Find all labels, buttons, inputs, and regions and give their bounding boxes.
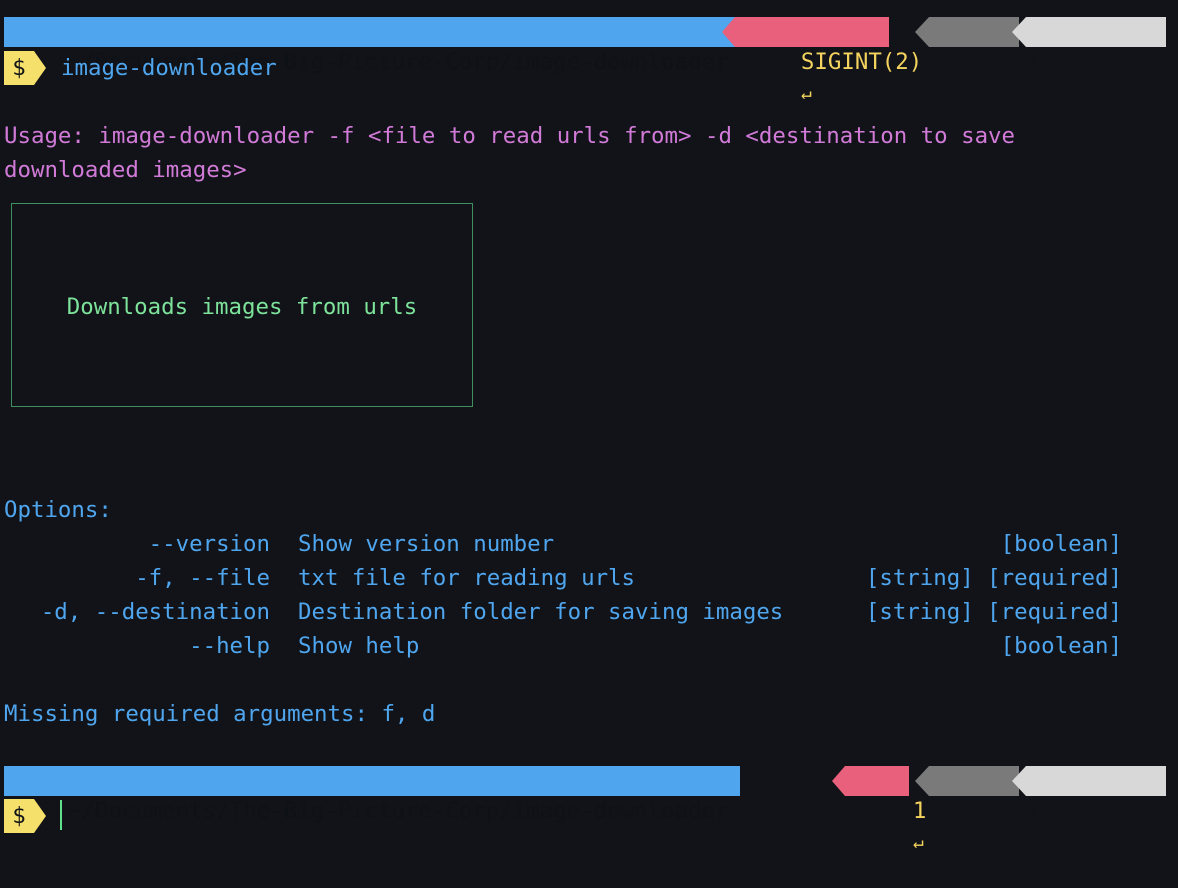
prompt-sign-arrow [34, 799, 46, 833]
prompt-dollar-sign: $ [4, 51, 34, 85]
path-segment: ~/Documents/The-Big-Picture-Corp/image-d… [4, 17, 741, 75]
time-text: 01:02:42 [1093, 49, 1178, 75]
time-segment: 01:02:42 [1026, 17, 1178, 75]
history-segment: 7918 [929, 766, 1053, 824]
option-type: [boolean] [1000, 633, 1122, 659]
time-segment-arrow [1012, 17, 1026, 47]
terminal-input-cursor[interactable] [60, 800, 62, 830]
options-heading: Options: [4, 497, 112, 523]
return-icon: ↵ [800, 83, 812, 104]
option-description: Show help [298, 633, 420, 659]
prompt-bar-2: ~/Documents/The-Big-Picture-Corp/image-d… [4, 766, 1178, 853]
option-flag: --version [148, 531, 270, 557]
exit-status: 1 [912, 798, 927, 824]
option-description: Destination folder for saving images [298, 599, 784, 625]
prompt-bar-1: ~/Documents/The-Big-Picture-Corp/image-d… [4, 17, 1178, 104]
count-segment-arrow [915, 766, 929, 796]
command-text: image-downloader [61, 55, 277, 81]
time-text: 01:02:53 [1093, 798, 1178, 824]
path-segment: ~/Documents/The-Big-Picture-Corp/image-d… [4, 766, 741, 824]
description-box: Downloads images from urls [11, 203, 473, 407]
option-flag: --help [189, 633, 270, 659]
exit-status: SIGINT(2) [800, 49, 923, 75]
path-segment-arrow [720, 766, 733, 796]
option-type: [boolean] [1000, 531, 1122, 557]
option-flag: -f, --file [135, 565, 270, 591]
history-segment: 7917 [929, 17, 1053, 75]
usage-line-1: Usage: image-downloader -f <file to read… [4, 123, 1016, 149]
status-segment: 1 ↵ [845, 766, 926, 853]
count-segment-arrow [915, 17, 929, 47]
option-flag: -d, --destination [40, 599, 270, 625]
prompt-dollar-sign: $ [4, 799, 34, 833]
time-segment: 01:02:53 [1026, 766, 1178, 824]
status-segment-arrow [832, 766, 845, 796]
option-type: [string] [required] [865, 599, 1122, 625]
option-description: Show version number [298, 531, 555, 557]
return-icon: ↵ [912, 832, 924, 853]
error-message: Missing required arguments: f, d [4, 701, 436, 727]
description-text: Downloads images from urls [66, 294, 418, 320]
option-type: [string] [required] [865, 565, 1122, 591]
status-segment-arrow [722, 17, 735, 47]
time-segment-arrow [1012, 766, 1026, 796]
path-text: ~/Documents/The-Big-Picture-Corp/image-d… [67, 798, 729, 824]
status-segment: SIGINT(2) ↵ [735, 17, 922, 104]
usage-line-2: downloaded images> [4, 157, 247, 183]
option-description: txt file for reading urls [298, 565, 636, 591]
prompt-sign-arrow [34, 51, 46, 85]
